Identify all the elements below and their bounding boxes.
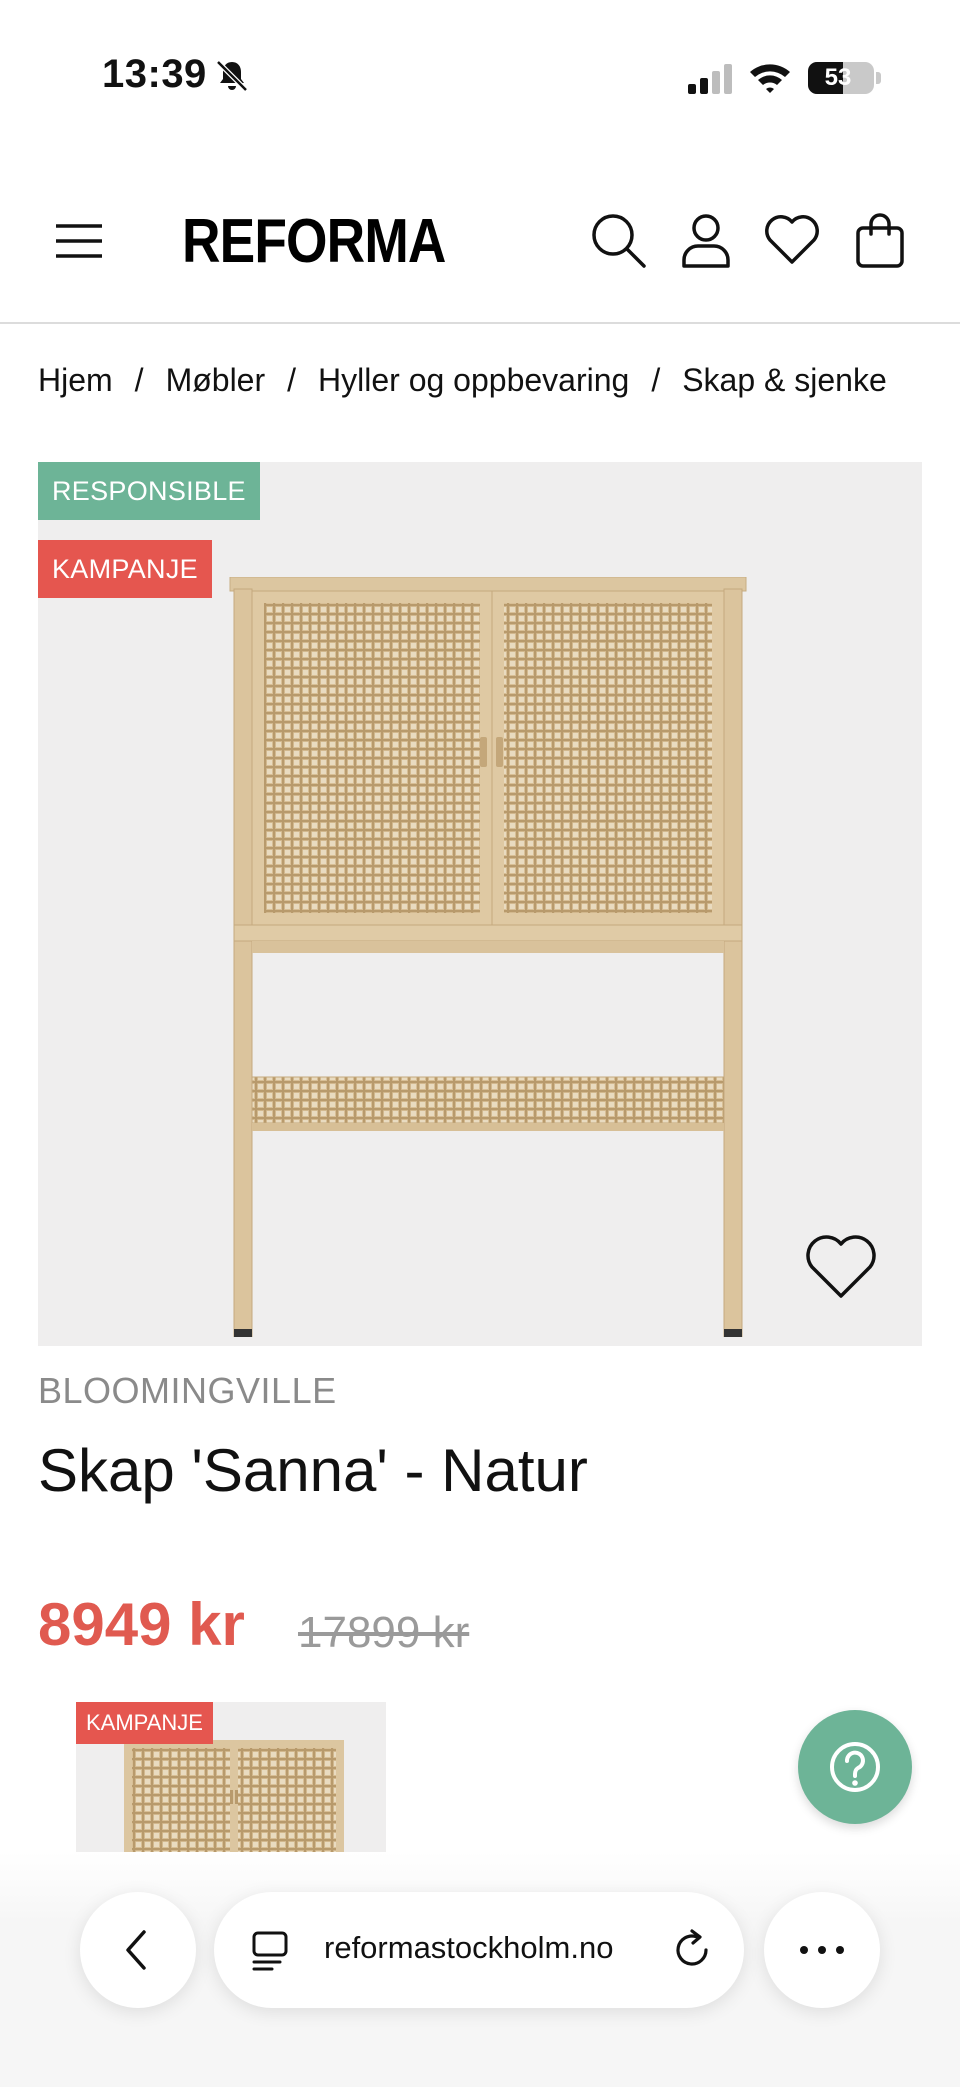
- address-bar[interactable]: reformastockholm.no: [214, 1892, 744, 2008]
- chevron-left-icon: [126, 1930, 146, 1970]
- cabinet-illustration: [229, 577, 747, 1337]
- thumbnail-cabinet-illustration: [124, 1740, 344, 1852]
- product-title: Skap 'Sanna' - Natur: [38, 1437, 588, 1504]
- help-button[interactable]: [798, 1710, 912, 1824]
- url-text: reformastockholm.no: [324, 1930, 614, 1965]
- breadcrumb-item-furniture[interactable]: Møbler: [166, 362, 266, 399]
- more-button[interactable]: [764, 1892, 880, 2008]
- product-brand[interactable]: BLOOMINGVILLE: [38, 1370, 337, 1412]
- signal-icon: [688, 64, 732, 94]
- breadcrumb-item-shelves[interactable]: Hyller og oppbevaring: [318, 362, 629, 399]
- wifi-icon: [750, 64, 790, 93]
- user-icon[interactable]: [676, 210, 736, 270]
- battery-icon: 53: [808, 62, 874, 94]
- status-bar: 13:39 53: [0, 0, 960, 150]
- breadcrumb-separator: /: [287, 362, 297, 398]
- search-icon[interactable]: [588, 210, 648, 270]
- question-icon: [830, 1742, 880, 1792]
- breadcrumb: Hjem / Møbler / Hyller og oppbevaring / Skap &…: [38, 362, 918, 412]
- battery-nub: [876, 72, 881, 84]
- product-thumbnail[interactable]: KAMPANJE: [76, 1702, 386, 1852]
- product-price: 8949 kr: [38, 1591, 245, 1658]
- wishlist-heart-icon[interactable]: [804, 1232, 878, 1302]
- breadcrumb-separator: /: [651, 362, 661, 398]
- menu-icon[interactable]: [54, 216, 104, 266]
- battery-level: 53: [824, 64, 852, 91]
- bag-icon[interactable]: [850, 210, 910, 270]
- breadcrumb-item-home[interactable]: Hjem: [38, 362, 113, 399]
- campaign-badge: KAMPANJE: [38, 540, 212, 598]
- product-image[interactable]: RESPONSIBLE KAMPANJE: [38, 462, 922, 1346]
- browser-toolbar: reformastockholm.no: [0, 1852, 960, 2087]
- site-header: REFORMA: [0, 190, 960, 324]
- bell-slash-icon: [216, 60, 248, 92]
- product-old-price: 17899 kr: [298, 1608, 470, 1657]
- breadcrumb-separator: /: [134, 362, 144, 398]
- tabs-icon: [252, 1931, 288, 1971]
- site-logo[interactable]: REFORMA: [182, 206, 446, 277]
- thumbnail-campaign-badge: KAMPANJE: [76, 1702, 213, 1744]
- back-button[interactable]: [80, 1892, 196, 2008]
- more-icon: [800, 1946, 844, 1954]
- breadcrumb-item-cabinets[interactable]: Skap & sjenke: [682, 362, 887, 399]
- status-time: 13:39: [102, 52, 207, 96]
- reload-icon[interactable]: [670, 1928, 714, 1972]
- responsible-badge: RESPONSIBLE: [38, 462, 260, 520]
- heart-icon[interactable]: [762, 210, 822, 270]
